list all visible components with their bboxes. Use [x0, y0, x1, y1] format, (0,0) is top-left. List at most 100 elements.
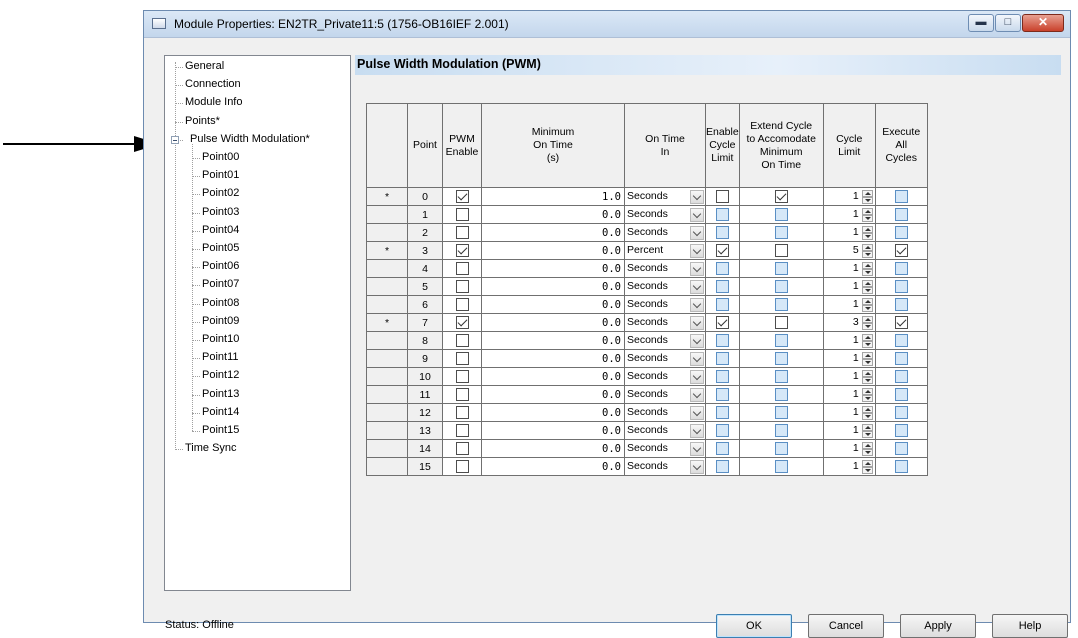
execute-all-cycles-checkbox[interactable]: [894, 424, 908, 437]
cycle-limit-stepper[interactable]: 1: [824, 297, 875, 313]
execute-all-cycles-checkbox[interactable]: [894, 280, 908, 293]
category-tree[interactable]: General Connection Module Info Points* Pulse…: [164, 55, 351, 591]
spin-up-icon[interactable]: [861, 189, 873, 197]
enable-cycle-limit-checkbox[interactable]: [715, 280, 729, 293]
tree-item-point12[interactable]: Point12: [202, 368, 239, 382]
execute-all-cycles-checkbox[interactable]: [894, 406, 908, 419]
cycle-limit-stepper[interactable]: 1: [824, 279, 875, 295]
on-time-unit-select[interactable]: Seconds: [625, 297, 705, 313]
cycle-limit-stepper[interactable]: 1: [824, 441, 875, 457]
pwm-enable-checkbox[interactable]: [455, 244, 469, 257]
spin-up-icon[interactable]: [861, 459, 873, 467]
spin-up-icon[interactable]: [861, 315, 873, 323]
pwm-enable-checkbox[interactable]: [455, 262, 469, 275]
pwm-enable-checkbox[interactable]: [455, 442, 469, 455]
dropdown-arrow-icon[interactable]: [690, 225, 704, 240]
cycle-limit-stepper[interactable]: 1: [824, 351, 875, 367]
dropdown-arrow-icon[interactable]: [690, 351, 704, 366]
tree-item-connection[interactable]: Connection: [185, 77, 241, 91]
pwm-enable-checkbox[interactable]: [455, 460, 469, 473]
apply-button[interactable]: Apply: [900, 614, 976, 638]
tree-item-point00[interactable]: Point00: [202, 150, 239, 164]
execute-all-cycles-checkbox[interactable]: [894, 370, 908, 383]
tree-item-point10[interactable]: Point10: [202, 332, 239, 346]
execute-all-cycles-checkbox[interactable]: [894, 208, 908, 221]
spin-up-icon[interactable]: [861, 297, 873, 305]
execute-all-cycles-checkbox[interactable]: [894, 388, 908, 401]
spin-down-icon[interactable]: [861, 466, 873, 474]
enable-cycle-limit-checkbox[interactable]: [715, 424, 729, 437]
spin-up-icon[interactable]: [861, 441, 873, 449]
spin-up-icon[interactable]: [861, 369, 873, 377]
minimum-on-time-input[interactable]: 0.0: [481, 349, 625, 368]
minimum-on-time-input[interactable]: 0.0: [481, 223, 625, 242]
cycle-limit-stepper[interactable]: 1: [824, 333, 875, 349]
spin-up-icon[interactable]: [861, 333, 873, 341]
maximize-button[interactable]: □: [995, 14, 1021, 32]
enable-cycle-limit-checkbox[interactable]: [715, 442, 729, 455]
minimum-on-time-input[interactable]: 0.0: [481, 277, 625, 296]
cycle-limit-stepper[interactable]: 1: [824, 459, 875, 475]
on-time-unit-select[interactable]: Percent: [625, 243, 705, 259]
on-time-unit-select[interactable]: Seconds: [625, 279, 705, 295]
tree-item-point11[interactable]: Point11: [202, 350, 239, 364]
tree-item-point02[interactable]: Point02: [202, 186, 239, 200]
cycle-limit-stepper[interactable]: 1: [824, 225, 875, 241]
spin-up-icon[interactable]: [861, 351, 873, 359]
spin-down-icon[interactable]: [861, 232, 873, 240]
enable-cycle-limit-checkbox[interactable]: [715, 226, 729, 239]
spin-down-icon[interactable]: [861, 250, 873, 258]
spin-down-icon[interactable]: [861, 196, 873, 204]
extend-cycle-checkbox[interactable]: [774, 460, 788, 473]
enable-cycle-limit-checkbox[interactable]: [715, 334, 729, 347]
minimum-on-time-input[interactable]: 1.0: [481, 187, 625, 206]
dropdown-arrow-icon[interactable]: [690, 243, 704, 258]
spin-down-icon[interactable]: [861, 394, 873, 402]
minimum-on-time-input[interactable]: 0.0: [481, 367, 625, 386]
enable-cycle-limit-checkbox[interactable]: [715, 262, 729, 275]
on-time-unit-select[interactable]: Seconds: [625, 441, 705, 457]
on-time-unit-select[interactable]: Seconds: [625, 261, 705, 277]
minimum-on-time-input[interactable]: 0.0: [481, 331, 625, 350]
pwm-enable-checkbox[interactable]: [455, 370, 469, 383]
tree-item-point07[interactable]: Point07: [202, 277, 239, 291]
pwm-enable-checkbox[interactable]: [455, 298, 469, 311]
dropdown-arrow-icon[interactable]: [690, 441, 704, 456]
help-button[interactable]: Help: [992, 614, 1068, 638]
cycle-limit-stepper[interactable]: 1: [824, 387, 875, 403]
tree-item-general[interactable]: General: [185, 59, 224, 73]
dropdown-arrow-icon[interactable]: [690, 189, 704, 204]
spin-down-icon[interactable]: [861, 430, 873, 438]
execute-all-cycles-checkbox[interactable]: [894, 334, 908, 347]
spin-up-icon[interactable]: [861, 243, 873, 251]
enable-cycle-limit-checkbox[interactable]: [715, 244, 729, 257]
dropdown-arrow-icon[interactable]: [690, 423, 704, 438]
enable-cycle-limit-checkbox[interactable]: [715, 208, 729, 221]
spin-down-icon[interactable]: [861, 358, 873, 366]
tree-item-module-info[interactable]: Module Info: [185, 95, 242, 109]
cycle-limit-stepper[interactable]: 1: [824, 405, 875, 421]
execute-all-cycles-checkbox[interactable]: [894, 316, 908, 329]
dropdown-arrow-icon[interactable]: [690, 369, 704, 384]
tree-item-point08[interactable]: Point08: [202, 296, 239, 310]
minimum-on-time-input[interactable]: 0.0: [481, 241, 625, 260]
spin-down-icon[interactable]: [861, 322, 873, 330]
minimum-on-time-input[interactable]: 0.0: [481, 421, 625, 440]
dropdown-arrow-icon[interactable]: [690, 333, 704, 348]
tree-item-point01[interactable]: Point01: [202, 168, 239, 182]
tree-item-point06[interactable]: Point06: [202, 259, 239, 273]
pwm-enable-checkbox[interactable]: [455, 334, 469, 347]
on-time-unit-select[interactable]: Seconds: [625, 207, 705, 223]
minimize-button[interactable]: ▬: [968, 14, 994, 32]
spin-up-icon[interactable]: [861, 387, 873, 395]
extend-cycle-checkbox[interactable]: [774, 226, 788, 239]
dropdown-arrow-icon[interactable]: [690, 315, 704, 330]
on-time-unit-select[interactable]: Seconds: [625, 225, 705, 241]
on-time-unit-select[interactable]: Seconds: [625, 459, 705, 475]
enable-cycle-limit-checkbox[interactable]: [715, 370, 729, 383]
pwm-enable-checkbox[interactable]: [455, 208, 469, 221]
enable-cycle-limit-checkbox[interactable]: [715, 190, 729, 203]
on-time-unit-select[interactable]: Seconds: [625, 351, 705, 367]
enable-cycle-limit-checkbox[interactable]: [715, 460, 729, 473]
dropdown-arrow-icon[interactable]: [690, 405, 704, 420]
